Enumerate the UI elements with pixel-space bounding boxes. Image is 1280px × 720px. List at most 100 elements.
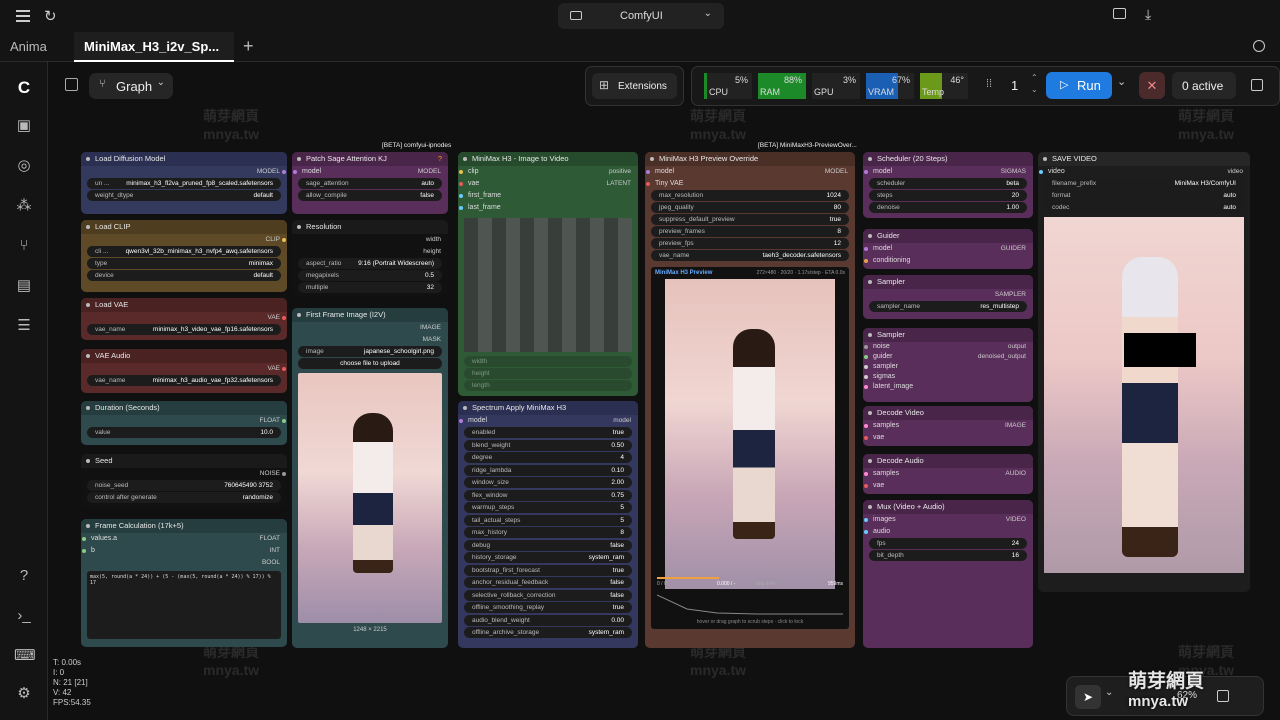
terminal-icon[interactable]: ›_: [14, 606, 34, 626]
cancel-button[interactable]: ✕: [1139, 72, 1165, 99]
duration-value-field[interactable]: value 10.0: [87, 427, 281, 438]
node-patch-sage-attention[interactable]: Patch Sage Attention KJ? model MODEL sage…: [292, 152, 448, 214]
queue-icon[interactable]: ☰: [14, 316, 34, 336]
node-vae-audio[interactable]: VAE Audio VAE vae_name minimax_h3_audio_v…: [81, 349, 287, 393]
denoise-field[interactable]: denoise 1.00: [869, 202, 1027, 213]
node-resolution[interactable]: Resolution width height aspect_ratio 9:16…: [292, 220, 448, 296]
width-field[interactable]: width: [464, 356, 632, 367]
node-decode-audio[interactable]: Decode Audio samples AUDIO vae: [863, 454, 1033, 494]
run-button[interactable]: ▷ Run: [1046, 72, 1112, 99]
node-preview-override[interactable]: MiniMax H3 Preview Override model MODEL T…: [645, 152, 855, 648]
spectrum-widget[interactable]: bootstrap_first_forecast true: [464, 564, 632, 576]
chevron-down-icon[interactable]: ⌄: [1105, 687, 1113, 698]
extensions-button[interactable]: ⊞ Extensions: [585, 66, 684, 106]
workflows-icon[interactable]: ⑂: [14, 236, 34, 256]
node-guider[interactable]: Guider model GUIDER conditioning: [863, 229, 1033, 269]
panel-toggle-icon[interactable]: [65, 78, 78, 91]
node-image-to-video[interactable]: MiniMax H3 - Image to Video clip positive…: [458, 152, 638, 396]
step-graph[interactable]: [657, 589, 843, 617]
output-video-preview[interactable]: [1044, 217, 1244, 573]
steps-field[interactable]: steps 20: [869, 190, 1027, 201]
node-scheduler[interactable]: Scheduler (20 Steps) model SIGMAS schedul…: [863, 152, 1033, 218]
node-seed[interactable]: Seed NOISE noise_seed 760645490 3752 cont…: [81, 454, 287, 508]
spectrum-widget[interactable]: window_size 2.00: [464, 477, 632, 488]
expression-textarea[interactable]: max(5, round(a * 24)) + (5 - (max(5, rou…: [87, 571, 281, 639]
active-jobs-button[interactable]: 0 active: [1172, 72, 1236, 99]
settings-icon[interactable]: ⚙: [14, 684, 34, 704]
spectrum-widget[interactable]: ridge_lambda 0.10: [464, 464, 632, 476]
user-icon[interactable]: [1253, 40, 1265, 52]
image-combo[interactable]: image japanese_schoolgirl.png: [298, 346, 442, 357]
spectrum-widget[interactable]: warmup_steps 5: [464, 502, 632, 513]
refresh-icon[interactable]: ↻: [44, 7, 57, 25]
megapixels-field[interactable]: megapixels 0.5: [298, 270, 442, 281]
models-icon[interactable]: ◎: [14, 156, 34, 176]
spectrum-widget[interactable]: selective_rollback_correction false: [464, 589, 632, 601]
add-tab-icon[interactable]: +: [243, 36, 254, 57]
aspect-ratio-combo[interactable]: aspect_ratio 9:16 (Portrait Widescreen): [298, 258, 442, 269]
codec-combo[interactable]: codec auto: [1044, 202, 1244, 213]
bit-depth-field[interactable]: bit_depth 16: [869, 550, 1027, 561]
preview-widget[interactable]: suppress_default_preview true: [651, 214, 849, 225]
download-icon[interactable]: ⤓: [1145, 6, 1151, 23]
unet-name-combo[interactable]: un ... minimax_h3_fl2va_pruned_fp8_scaled…: [87, 178, 281, 189]
tab-minimax[interactable]: MiniMax_H3_i2v_Sp...: [74, 32, 234, 82]
preview-widget[interactable]: vae_name taeh3_decoder.safetensors: [651, 250, 849, 261]
upload-button[interactable]: choose file to upload: [298, 358, 442, 369]
comfy-logo-icon[interactable]: C: [14, 78, 34, 98]
scheduler-combo[interactable]: scheduler beta: [869, 178, 1027, 189]
node-sampler-select[interactable]: Sampler SAMPLER sampler_name res_multiste…: [863, 275, 1033, 319]
clip-type-combo[interactable]: type minimax: [87, 258, 281, 269]
fps-field[interactable]: fps 24: [869, 538, 1027, 549]
app-selector[interactable]: ComfyUI ⌄: [558, 3, 724, 29]
node-sampler-custom[interactable]: Sampler noise output guider denoised_outpu…: [863, 328, 1033, 402]
noise-seed-field[interactable]: noise_seed 760645490 3752: [87, 480, 281, 491]
feedback-icon[interactable]: [1113, 8, 1126, 19]
node-load-vae[interactable]: Load VAE VAE vae_name minimax_h3_video_va…: [81, 298, 287, 340]
keyboard-icon[interactable]: ⌨: [14, 646, 36, 666]
menu-icon[interactable]: [16, 10, 30, 22]
node-spectrum-apply[interactable]: Spectrum Apply MiniMax H3 model model ena…: [458, 401, 638, 648]
run-options-chevron-icon[interactable]: ⌄: [1117, 75, 1126, 88]
templates-icon[interactable]: ▤: [14, 276, 34, 296]
preview-widget[interactable]: preview_fps 12: [651, 238, 849, 249]
format-combo[interactable]: format auto: [1044, 190, 1244, 201]
node-save-video[interactable]: SAVE VIDEO video video filename_prefix Min…: [1038, 152, 1250, 592]
allow-compile-toggle[interactable]: allow_compile false: [298, 190, 442, 201]
images-icon[interactable]: ▣: [14, 116, 34, 136]
drag-handle-icon[interactable]: ⁞⁞: [986, 78, 992, 90]
clip-device-combo[interactable]: device default: [87, 270, 281, 281]
node-mux[interactable]: Mux (Video + Audio) images VIDEO audio fp…: [863, 500, 1033, 648]
clip-name-combo[interactable]: cli ... qwen3vl_32b_minimax_h3_nvfp4_awq.…: [87, 246, 281, 257]
preview-widget[interactable]: jpeg_quality 80: [651, 202, 849, 213]
spectrum-widget[interactable]: offline_archive_storage system_ram: [464, 627, 632, 638]
spectrum-widget[interactable]: tail_actual_steps 5: [464, 514, 632, 526]
node-frame-calculation[interactable]: Frame Calculation (17k+5) values.a FLOAT …: [81, 519, 287, 647]
queue-count-input[interactable]: 1: [1011, 78, 1018, 93]
control-after-generate-combo[interactable]: control after generate randomize: [87, 492, 281, 503]
sage-attention-combo[interactable]: sage_attention auto: [298, 178, 442, 189]
minimap-icon[interactable]: [1217, 690, 1229, 702]
height-field[interactable]: height: [464, 368, 632, 379]
spectrum-widget[interactable]: anchor_residual_feedback false: [464, 577, 632, 588]
node-first-frame-image[interactable]: First Frame Image (I2V) IMAGE MASK image…: [292, 308, 448, 648]
spectrum-widget[interactable]: offline_smoothing_replay true: [464, 602, 632, 613]
audio-vae-name-combo[interactable]: vae_name minimax_h3_audio_vae_fp32.safete…: [87, 375, 281, 386]
sampler-name-combo[interactable]: sampler_name res_multistep: [869, 301, 1027, 312]
filename-prefix-field[interactable]: filename_prefix MiniMax H3/ComfyUI: [1044, 178, 1244, 189]
help-icon[interactable]: ?: [14, 566, 34, 586]
node-load-clip[interactable]: Load CLIP CLIP cli ... qwen3vl_32b_minima…: [81, 220, 287, 292]
length-field[interactable]: length: [464, 380, 632, 391]
spectrum-widget[interactable]: flex_window 0.75: [464, 489, 632, 501]
tab-anima[interactable]: Anima: [0, 32, 74, 82]
multiple-field[interactable]: multiple 32: [298, 282, 442, 293]
queue-stepper[interactable]: ⌃ ⌄: [1031, 72, 1038, 96]
node-decode-video[interactable]: Decode Video samples IMAGE vae: [863, 406, 1033, 446]
weight-dtype-combo[interactable]: weight_dtype default: [87, 190, 281, 201]
right-panel-toggle-icon[interactable]: [1251, 79, 1263, 91]
graph-canvas[interactable]: 萌芽網頁 mnya.tw 萌芽網頁 mnya.tw 萌芽網頁 mnya.tw 萌芽網頁…: [48, 62, 1280, 720]
preview-scrub-bar[interactable]: [657, 577, 719, 579]
spectrum-widget[interactable]: debug false: [464, 539, 632, 551]
select-tool-button[interactable]: ➤: [1075, 685, 1101, 709]
node-duration[interactable]: Duration (Seconds) FLOAT value 10.0: [81, 401, 287, 445]
